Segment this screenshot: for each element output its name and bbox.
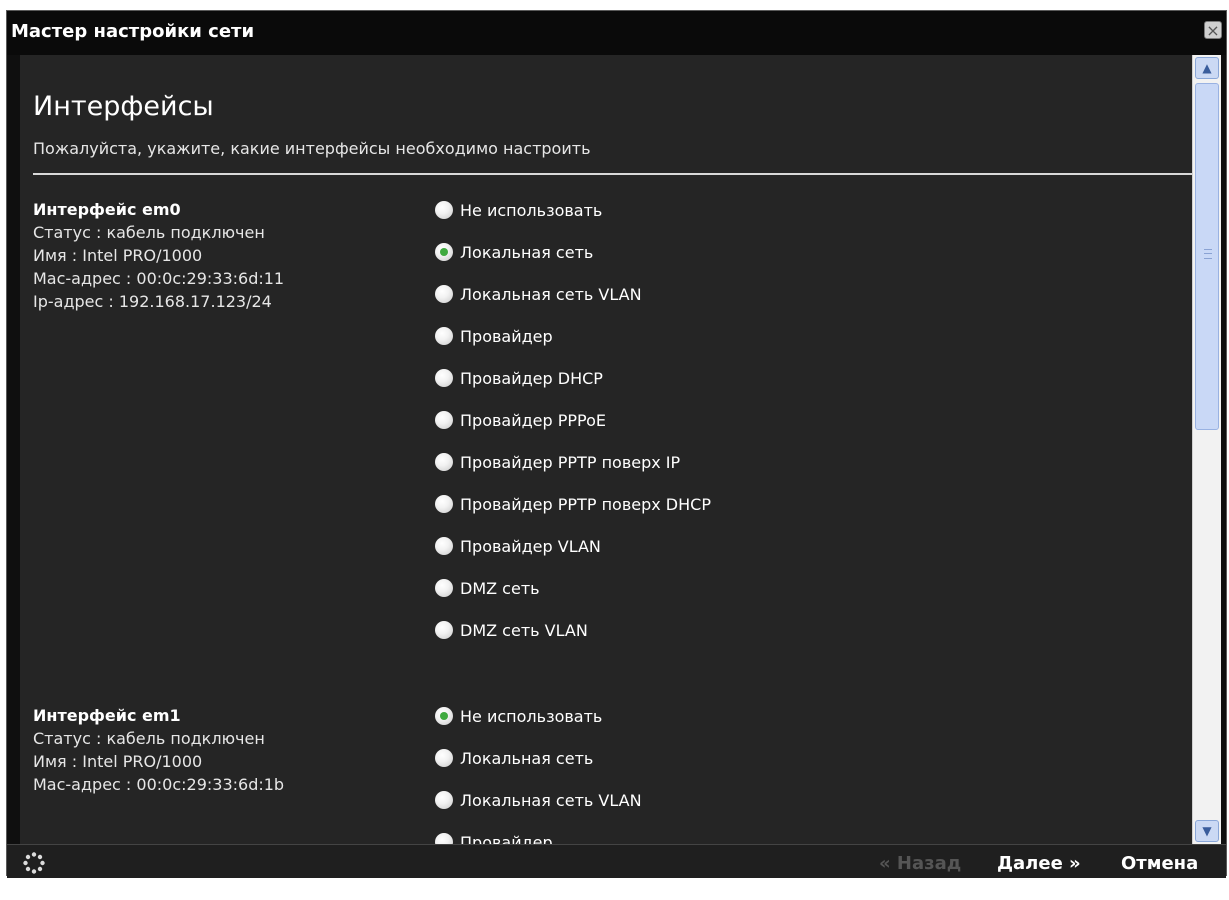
radio-unchecked-icon[interactable] <box>435 453 453 471</box>
interface-detail: Статус : кабель подключен <box>33 729 265 748</box>
interface-detail: Ip-адрес : 192.168.17.123/24 <box>33 292 272 311</box>
interface-name: Интерфейс em1 <box>33 706 181 725</box>
radio-label[interactable]: Локальная сеть <box>460 243 593 263</box>
vertical-scrollbar[interactable]: ▲ ▼ <box>1192 55 1221 844</box>
radio-unchecked-icon[interactable] <box>435 327 453 345</box>
radio-unchecked-icon[interactable] <box>435 369 453 387</box>
radio-label[interactable]: DMZ сеть VLAN <box>460 621 588 641</box>
cancel-button[interactable]: Отмена <box>1121 853 1198 874</box>
radio-label[interactable]: Провайдер PPPoE <box>460 411 606 431</box>
radio-unchecked-icon[interactable] <box>435 537 453 555</box>
radio-unchecked-icon[interactable] <box>435 201 453 219</box>
radio-label[interactable]: Не использовать <box>460 201 602 221</box>
radio-unchecked-icon[interactable] <box>435 749 453 767</box>
radio-checked-icon[interactable] <box>435 243 453 261</box>
radio-unchecked-icon[interactable] <box>435 833 453 844</box>
radio-label[interactable]: Провайдер PPTP поверх IP <box>460 453 680 473</box>
radio-unchecked-icon[interactable] <box>435 285 453 303</box>
radio-label[interactable]: Провайдер PPTP поверх DHCP <box>460 495 711 515</box>
interface-detail: Имя : Intel PRO/1000 <box>33 246 203 265</box>
back-button[interactable]: « Назад <box>879 853 961 874</box>
loading-spinner-icon <box>23 852 45 874</box>
wizard-content: Интерфейсы Пожалуйста, укажите, какие ин… <box>20 55 1192 844</box>
radio-label[interactable]: Локальная сеть VLAN <box>460 791 642 811</box>
interface-detail: Mac-адрес : 00:0c:29:33:6d:1b <box>33 775 285 794</box>
interface-info: Интерфейс em0 Статус : кабель подключен Им… <box>33 199 413 313</box>
radio-unchecked-icon[interactable] <box>435 621 453 639</box>
page-title: Интерфейсы <box>33 91 214 122</box>
close-icon[interactable]: × <box>1204 21 1222 39</box>
network-wizard-window: Мастер настройки сети × Интерфейсы Пожал… <box>6 10 1227 878</box>
divider <box>33 173 1192 175</box>
wizard-footer: « Назад Далее » Отмена <box>7 844 1226 878</box>
interface-info: Интерфейс em1 Статус : кабель подключен Им… <box>33 705 413 796</box>
chevron-down-icon[interactable]: ▼ <box>1195 820 1219 842</box>
radio-label[interactable]: Провайдер <box>460 833 553 844</box>
radio-label[interactable]: Локальная сеть VLAN <box>460 285 642 305</box>
radio-unchecked-icon[interactable] <box>435 791 453 809</box>
radio-unchecked-icon[interactable] <box>435 495 453 513</box>
page-subtitle: Пожалуйста, укажите, какие интерфейсы не… <box>33 139 591 158</box>
interface-detail: Mac-адрес : 00:0c:29:33:6d:11 <box>33 269 285 288</box>
radio-unchecked-icon[interactable] <box>435 579 453 597</box>
next-button[interactable]: Далее » <box>997 853 1081 874</box>
radio-label[interactable]: DMZ сеть <box>460 579 540 599</box>
interface-detail: Статус : кабель подключен <box>33 223 265 242</box>
window-title: Мастер настройки сети <box>11 21 255 42</box>
grip-icon <box>1204 249 1212 259</box>
title-bar[interactable]: Мастер настройки сети × <box>7 11 1226 55</box>
radio-unchecked-icon[interactable] <box>435 411 453 429</box>
interface-detail: Имя : Intel PRO/1000 <box>33 752 203 771</box>
radio-label[interactable]: Провайдер DHCP <box>460 369 603 389</box>
chevron-up-icon[interactable]: ▲ <box>1195 57 1219 79</box>
radio-label[interactable]: Провайдер VLAN <box>460 537 601 557</box>
radio-checked-icon[interactable] <box>435 707 453 725</box>
radio-label[interactable]: Локальная сеть <box>460 749 593 769</box>
radio-label[interactable]: Провайдер <box>460 327 553 347</box>
radio-label[interactable]: Не использовать <box>460 707 602 727</box>
interface-name: Интерфейс em0 <box>33 200 181 219</box>
scroll-thumb[interactable] <box>1195 83 1219 430</box>
